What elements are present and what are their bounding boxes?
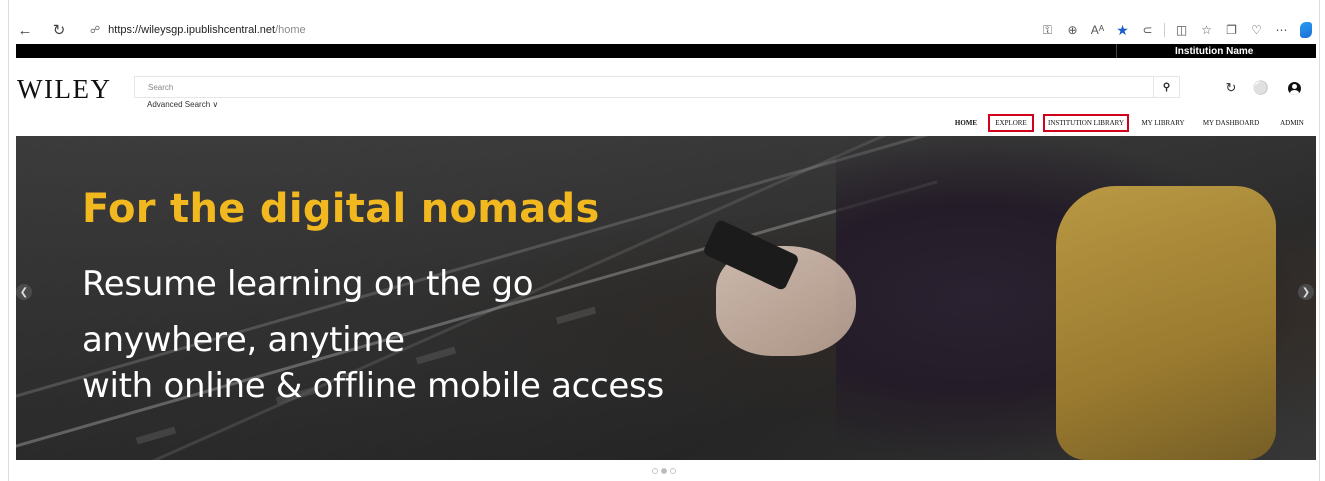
carousel-prev-icon[interactable]: ❮	[16, 284, 32, 300]
browser-essentials-icon[interactable]: ♡	[1244, 18, 1269, 42]
rail-sleeper	[135, 426, 177, 445]
rail-sleeper	[555, 306, 597, 325]
key-icon[interactable]: ⚿	[1035, 18, 1060, 42]
institution-name: Institution Name	[1116, 44, 1316, 58]
more-options-icon[interactable]: ⋯	[1269, 18, 1294, 42]
collections-icon[interactable]: ❐	[1219, 18, 1244, 42]
notification-bell-icon[interactable]: ⚪	[1252, 79, 1270, 97]
back-arrow-icon[interactable]: ←	[14, 19, 36, 41]
nav-explore[interactable]: EXPLORE	[988, 114, 1034, 132]
carousel-indicators	[652, 468, 676, 474]
hero-subtitle-line: anywhere, anytime	[82, 320, 405, 360]
extensions-icon[interactable]: ⊂	[1135, 18, 1160, 42]
split-screen-icon[interactable]: ◫	[1169, 18, 1194, 42]
nav-home[interactable]: HOME	[952, 114, 980, 132]
url-path: /home	[275, 24, 306, 36]
hero-subtitle-line: with online & offline mobile access	[82, 366, 664, 406]
hero-backpack-image	[1056, 186, 1276, 460]
institution-banner: Institution Name	[16, 44, 1316, 58]
search-placeholder: Search	[148, 82, 174, 92]
search-input[interactable]: Search ⚲	[134, 76, 1180, 98]
wiley-logo[interactable]: WILEY	[17, 74, 111, 105]
favorite-star-icon[interactable]: ★	[1110, 18, 1135, 42]
nav-admin[interactable]: ADMIN	[1277, 114, 1307, 132]
profile-icon[interactable]	[1285, 79, 1303, 97]
toolbar-divider	[1164, 23, 1165, 37]
search-icon[interactable]: ⚲	[1153, 77, 1179, 97]
address-bar[interactable]: ☍ https://wileysgp.ipublishcentral.net/h…	[90, 18, 990, 42]
carousel-dot[interactable]	[661, 468, 667, 474]
nav-institution-library[interactable]: INSTITUTION LIBRARY	[1043, 114, 1129, 132]
zoom-icon[interactable]: ⊕	[1060, 18, 1085, 42]
favorites-icon[interactable]: ☆	[1194, 18, 1219, 42]
main-nav: HOME EXPLORE INSTITUTION LIBRARY MY LIBR…	[0, 114, 1325, 132]
hero-banner[interactable]: For the digital nomads Resume learning o…	[16, 136, 1316, 460]
advanced-search-link[interactable]: Advanced Search ∨	[147, 100, 218, 109]
browser-toolbar-icons: ⚿ ⊕ Aᴬ ★ ⊂ ◫ ☆ ❐ ♡ ⋯	[1035, 18, 1312, 42]
carousel-dot[interactable]	[652, 468, 658, 474]
rail-sleeper	[415, 346, 457, 365]
hero-title: For the digital nomads	[82, 186, 600, 232]
sync-icon[interactable]: ↻	[1222, 79, 1240, 97]
hero-subtitle-line: Resume learning on the go	[82, 264, 534, 304]
nav-my-dashboard[interactable]: MY DASHBOARD	[1198, 114, 1264, 132]
carousel-next-icon[interactable]: ❯	[1298, 284, 1314, 300]
carousel-dot[interactable]	[670, 468, 676, 474]
refresh-icon[interactable]: ↻	[48, 19, 70, 41]
url-host: https://wileysgp.ipublishcentral.net	[108, 24, 276, 36]
copilot-icon[interactable]	[1300, 22, 1312, 38]
avatar	[1287, 81, 1301, 95]
lock-icon: ☍	[90, 24, 101, 36]
nav-my-library[interactable]: MY LIBRARY	[1138, 114, 1188, 132]
read-aloud-icon[interactable]: Aᴬ	[1085, 18, 1110, 42]
browser-toolbar: ← ↻ ☍ https://wileysgp.ipublishcentral.n…	[8, 14, 1320, 46]
